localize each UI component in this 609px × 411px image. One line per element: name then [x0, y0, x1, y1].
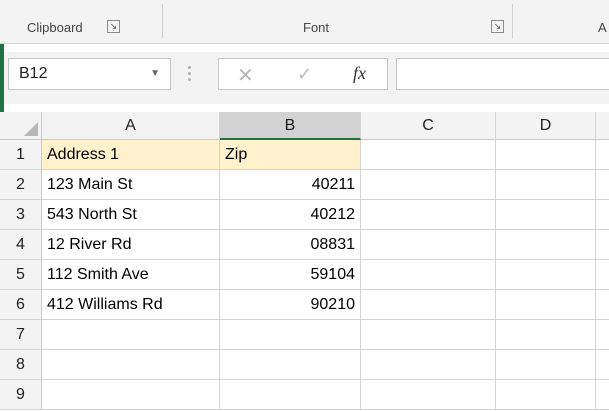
cell-c2[interactable]: [361, 170, 496, 200]
cell-e1[interactable]: [596, 140, 609, 170]
cell-b9[interactable]: [220, 380, 361, 410]
alignment-group-label: A: [598, 20, 607, 35]
cell-e7[interactable]: [596, 320, 609, 350]
spreadsheet-grid: A B C D 1 Address 1 Zip 2 123 Main St 40…: [0, 112, 609, 411]
column-header-c[interactable]: C: [361, 112, 496, 140]
cell-a2[interactable]: 123 Main St: [42, 170, 220, 200]
cell-b4[interactable]: 08831: [220, 230, 361, 260]
cell-a1[interactable]: Address 1: [42, 140, 220, 170]
cell-e8[interactable]: [596, 350, 609, 380]
cell-e4[interactable]: [596, 230, 609, 260]
cell-d3[interactable]: [496, 200, 596, 230]
ribbon-group-labels: Clipboard ↘ Font ↘ A: [0, 0, 609, 44]
cell-c3[interactable]: [361, 200, 496, 230]
cell-c9[interactable]: [361, 380, 496, 410]
name-box-value: B12: [19, 65, 48, 82]
cell-d8[interactable]: [496, 350, 596, 380]
group-separator: [162, 4, 163, 38]
cell-e3[interactable]: [596, 200, 609, 230]
drag-handle-icon[interactable]: [188, 66, 192, 82]
cell-a7[interactable]: [42, 320, 220, 350]
row-header-4[interactable]: 4: [0, 230, 42, 260]
column-header-a[interactable]: A: [42, 112, 220, 140]
cell-b2[interactable]: 40211: [220, 170, 361, 200]
cell-b6[interactable]: 90210: [220, 290, 361, 320]
cell-e9[interactable]: [596, 380, 609, 410]
insert-function-icon[interactable]: fx: [353, 63, 366, 84]
row-header-8[interactable]: 8: [0, 350, 42, 380]
cell-d6[interactable]: [496, 290, 596, 320]
cell-b5[interactable]: 59104: [220, 260, 361, 290]
enter-check-icon[interactable]: ✓: [297, 64, 312, 85]
cell-e6[interactable]: [596, 290, 609, 320]
select-all-button[interactable]: [0, 112, 42, 140]
cell-a5[interactable]: 112 Smith Ave: [42, 260, 220, 290]
font-dialog-launcher-icon[interactable]: ↘: [491, 20, 504, 33]
group-separator: [512, 4, 513, 38]
column-header-e[interactable]: [596, 112, 609, 140]
cell-d9[interactable]: [496, 380, 596, 410]
cell-d1[interactable]: [496, 140, 596, 170]
cell-a6[interactable]: 412 Williams Rd: [42, 290, 220, 320]
cell-d4[interactable]: [496, 230, 596, 260]
cell-c4[interactable]: [361, 230, 496, 260]
cell-c8[interactable]: [361, 350, 496, 380]
formula-buttons: ✕ ✓ fx: [218, 58, 388, 90]
cell-c6[interactable]: [361, 290, 496, 320]
cell-a8[interactable]: [42, 350, 220, 380]
cell-d5[interactable]: [496, 260, 596, 290]
cell-c5[interactable]: [361, 260, 496, 290]
select-all-triangle-icon: [24, 122, 38, 136]
column-header-d[interactable]: D: [496, 112, 596, 140]
window-accent-edge: [0, 44, 4, 112]
row-header-1[interactable]: 1: [0, 140, 42, 170]
cell-a9[interactable]: [42, 380, 220, 410]
cell-b7[interactable]: [220, 320, 361, 350]
formula-bar: B12 ▼ ✕ ✓ fx: [0, 44, 609, 112]
clipboard-dialog-launcher-icon[interactable]: ↘: [107, 20, 120, 33]
cell-b3[interactable]: 40212: [220, 200, 361, 230]
cancel-icon[interactable]: ✕: [237, 63, 254, 88]
name-box[interactable]: B12 ▼: [8, 58, 171, 90]
cell-a3[interactable]: 543 North St: [42, 200, 220, 230]
row-header-9[interactable]: 9: [0, 380, 42, 410]
formula-input[interactable]: [396, 58, 609, 90]
row-header-2[interactable]: 2: [0, 170, 42, 200]
cell-a4[interactable]: 12 River Rd: [42, 230, 220, 260]
font-group-label: Font: [303, 20, 330, 35]
row-header-6[interactable]: 6: [0, 290, 42, 320]
cell-e5[interactable]: [596, 260, 609, 290]
clipboard-group-label: Clipboard: [27, 20, 83, 35]
cell-d2[interactable]: [496, 170, 596, 200]
cell-c1[interactable]: [361, 140, 496, 170]
cell-b1[interactable]: Zip: [220, 140, 361, 170]
cell-d7[interactable]: [496, 320, 596, 350]
row-header-7[interactable]: 7: [0, 320, 42, 350]
row-header-3[interactable]: 3: [0, 200, 42, 230]
cell-c7[interactable]: [361, 320, 496, 350]
column-header-b[interactable]: B: [220, 112, 361, 140]
chevron-down-icon[interactable]: ▼: [150, 59, 160, 89]
row-header-5[interactable]: 5: [0, 260, 42, 290]
cell-b8[interactable]: [220, 350, 361, 380]
cell-e2[interactable]: [596, 170, 609, 200]
